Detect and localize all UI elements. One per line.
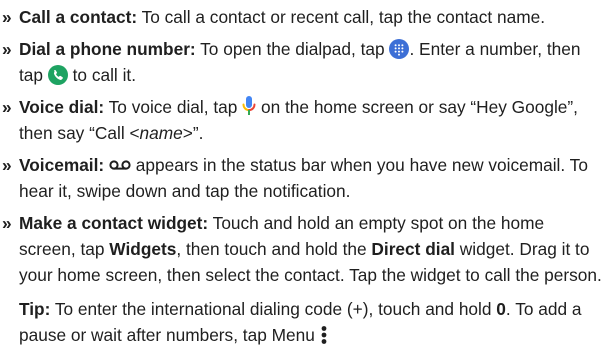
item-text: >”. <box>182 123 204 143</box>
bullet: » <box>2 155 12 175</box>
item-label: Voice dial: <box>19 97 105 117</box>
phone-call-icon <box>47 65 68 85</box>
list-item-voice-dial: » Voice dial: To voice dial, tap on the … <box>0 94 605 146</box>
tip-bold-text: 0 <box>496 299 506 319</box>
bullet: » <box>2 39 12 59</box>
item-text: To call a contact or recent call, tap th… <box>137 7 546 27</box>
microphone-icon <box>242 95 256 117</box>
help-page: » Call a contact: To call a contact or r… <box>0 0 611 352</box>
tip-label: Tip: <box>19 299 51 319</box>
item-bold-text: Widgets <box>109 239 177 259</box>
item-text: To open the dialpad, tap <box>195 39 390 59</box>
item-label: Make a contact widget: <box>19 213 209 233</box>
list-item-contact-widget: » Make a contact widget: Touch and hold … <box>0 210 605 288</box>
dialpad-icon <box>389 39 410 59</box>
list-item-call-contact: » Call a contact: To call a contact or r… <box>0 4 605 30</box>
bullet: » <box>2 97 12 117</box>
placeholder-name: name <box>139 123 183 143</box>
item-bold-text: Direct dial <box>371 239 455 259</box>
item-label: Voicemail: <box>19 155 105 175</box>
bullet: » <box>2 213 12 233</box>
tip-text: To enter the international dialing code … <box>50 299 497 319</box>
item-text: to call it. <box>67 65 137 85</box>
tip-paragraph: Tip: To enter the international dialing … <box>0 296 605 348</box>
item-text: To voice dial, tap <box>104 97 243 117</box>
more-vertical-icon <box>320 325 328 345</box>
list-item-dial-number: » Dial a phone number: To open the dialp… <box>0 36 605 88</box>
item-label: Dial a phone number: <box>19 39 196 59</box>
bullet: » <box>2 7 12 27</box>
voicemail-icon <box>109 159 131 171</box>
list-item-voicemail: » Voicemail: appears in the status bar w… <box>0 152 605 204</box>
item-text: , then touch and hold the <box>176 239 372 259</box>
item-label: Call a contact: <box>19 7 138 27</box>
